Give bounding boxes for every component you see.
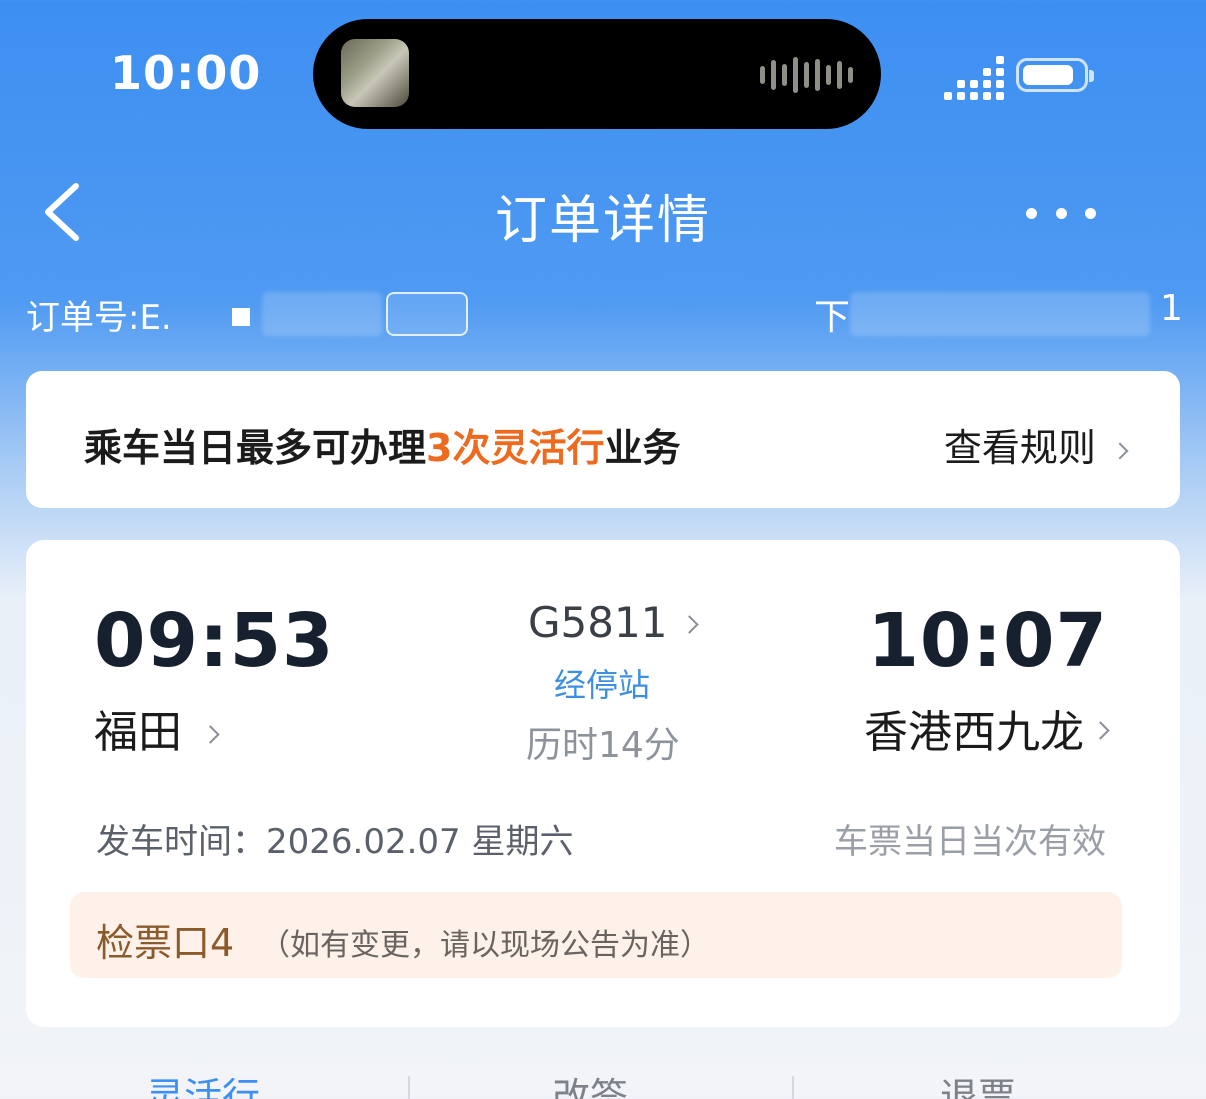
arrival-time: 10:07 [867,598,1108,684]
departure-station[interactable]: 福田 [94,696,220,760]
order-date-suffix: 1 [1160,288,1183,329]
tab-divider [792,1076,794,1099]
train-number[interactable]: G5811 [528,598,699,647]
flexible-travel-notice: 乘车当日最多可办理3次灵活行业务 查看规则 [26,371,1180,508]
tab-flexible-travel[interactable]: 灵活行 [146,1066,260,1099]
ticket-gate: 检票口4 [96,921,235,965]
cellular-signal-icon [944,56,1004,100]
redacted-order-date [850,292,1150,336]
stops-button[interactable]: 经停站 [531,664,673,706]
chevron-right-icon [201,725,220,744]
order-number-label: 订单号:E. [26,298,172,338]
order-status-tag [386,292,468,336]
arrival-station[interactable]: 香港西九龙 [864,696,1084,760]
trip-card: 09:53 福田 G5811 经停站 历时14分 10:07 香港西九龙 发车时… [26,540,1180,1027]
more-button[interactable] [1026,195,1096,231]
departure-date: 发车时间：2026.02.07 星期六 [96,822,574,862]
chevron-right-icon [1091,721,1110,740]
ticket-gate-box: 检票口4 （如有变更，请以现场公告为准） [70,892,1122,978]
tab-divider [408,1076,410,1099]
redacted-order-number [262,292,382,336]
validity-note: 车票当日当次有效 [834,822,1106,862]
now-playing-thumbnail [341,39,409,107]
departure-time: 09:53 [94,598,335,684]
tab-refund[interactable]: 退票 [940,1066,1016,1099]
dynamic-island[interactable] [313,19,881,129]
notice-highlight: 3次灵活行 [426,426,605,470]
more-dots-icon [1026,207,1037,219]
battery-icon [1016,58,1094,92]
trip-duration: 历时14分 [526,725,680,766]
status-time: 10:00 [110,46,262,100]
order-date-label: 下 [814,297,851,338]
ticket-gate-note: （如有变更，请以现场公告为准） [260,928,710,963]
chevron-right-icon [680,615,699,634]
tab-change-ticket[interactable]: 改签 [552,1066,628,1099]
audio-waveform-icon [760,57,853,93]
view-rules-link[interactable]: 查看规则 [944,417,1129,472]
chevron-right-icon [1111,442,1129,460]
redaction-mark [232,308,250,326]
notice-text: 乘车当日最多可办理3次灵活行业务 [84,426,681,470]
